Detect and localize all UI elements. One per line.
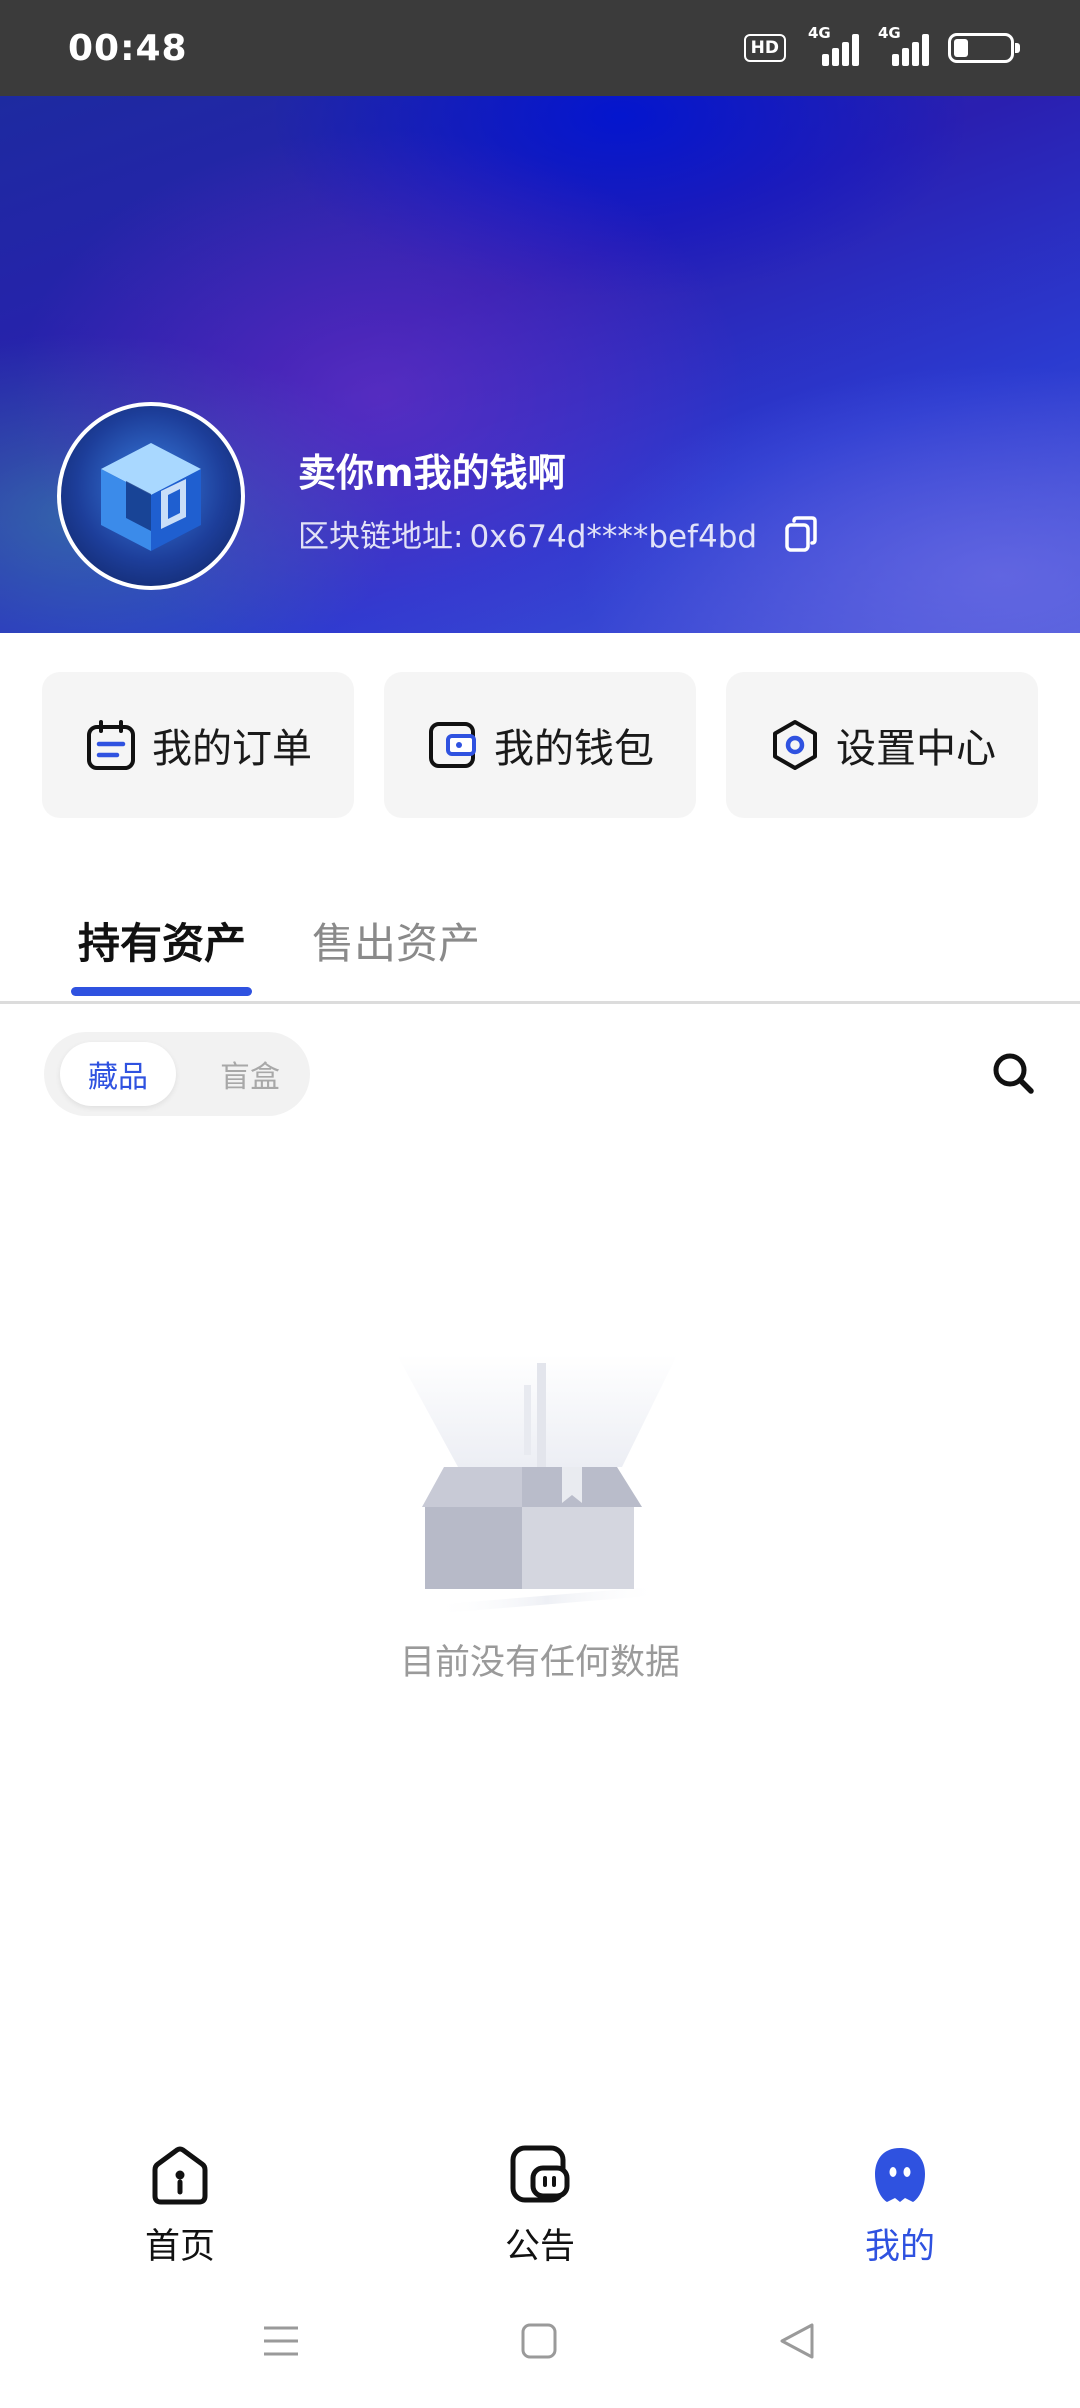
asset-type-filter: 藏品 盲盒 <box>44 1032 310 1116</box>
menu-icon[interactable] <box>258 2318 304 2364</box>
search-icon[interactable] <box>990 1050 1036 1096</box>
wallet-icon <box>429 722 476 768</box>
bottom-navigation: 首页 公告 我的 <box>0 2120 1080 2285</box>
empty-box-illustration <box>397 1355 677 1613</box>
status-bar: 00:48 HD 4G 4G <box>0 0 1080 96</box>
asset-tabs: 持有资产 售出资产 <box>0 880 1080 1004</box>
quick-actions: 我的订单 我的钱包 设置中心 <box>42 672 1038 818</box>
status-icons: HD 4G 4G <box>743 24 1020 66</box>
cube-logo-icon <box>101 443 201 551</box>
empty-state-text: 目前没有任何数据 <box>399 1643 680 1683</box>
my-wallet-label: 我的钱包 <box>494 726 654 772</box>
clock: 00:48 <box>68 27 188 69</box>
active-tab-indicator <box>71 987 252 996</box>
nav-notice[interactable]: 公告 <box>450 2142 630 2269</box>
filter-collectibles[interactable]: 藏品 <box>60 1042 176 1106</box>
back-triangle-icon[interactable] <box>774 2318 820 2364</box>
nickname: 卖你m我的钱啊 <box>298 451 566 495</box>
my-wallet-button[interactable]: 我的钱包 <box>384 672 696 818</box>
avatar[interactable] <box>57 402 245 590</box>
nav-notice-label: 公告 <box>504 2227 575 2267</box>
notice-icon <box>510 2145 570 2203</box>
my-orders-label: 我的订单 <box>152 726 312 772</box>
profile-header: 卖你m我的钱啊 区块链地址: 0x674d****bef4bd <box>0 96 1080 633</box>
filter-blind-box[interactable]: 盲盒 <box>192 1042 308 1106</box>
hd-voice-icon: HD <box>743 34 786 62</box>
my-orders-button[interactable]: 我的订单 <box>42 672 354 818</box>
settings-center-button[interactable]: 设置中心 <box>726 672 1038 818</box>
settings-center-label: 设置中心 <box>836 726 996 772</box>
nav-mine[interactable]: 我的 <box>810 2142 990 2269</box>
signal-icon-2: 4G <box>878 24 929 66</box>
address-label: 区块链地址: <box>298 519 464 555</box>
home-square-icon[interactable] <box>516 2318 562 2364</box>
nav-home[interactable]: 首页 <box>90 2142 270 2269</box>
hexagon-settings-icon <box>773 720 817 770</box>
address-value: 0x674d****bef4bd <box>469 519 758 555</box>
system-navigation-bar <box>0 2290 1080 2408</box>
tab-held-assets[interactable]: 持有资产 <box>78 910 246 971</box>
nav-home-label: 首页 <box>144 2227 215 2267</box>
home-icon <box>152 2146 208 2205</box>
blockchain-address-row: 区块链地址: 0x674d****bef4bd <box>298 511 821 556</box>
profile-page: 00:48 HD 4G 4G 卖你m我的钱啊 区块链地址: 0x674d****… <box>0 0 1080 2408</box>
tab-sold-assets[interactable]: 售出资产 <box>312 910 480 971</box>
nav-mine-label: 我的 <box>864 2227 935 2267</box>
copy-icon[interactable] <box>781 514 821 554</box>
profile-icon <box>875 2148 925 2202</box>
battery-icon <box>948 33 1020 63</box>
calendar-icon <box>87 720 135 770</box>
signal-icon: 4G <box>808 24 859 66</box>
